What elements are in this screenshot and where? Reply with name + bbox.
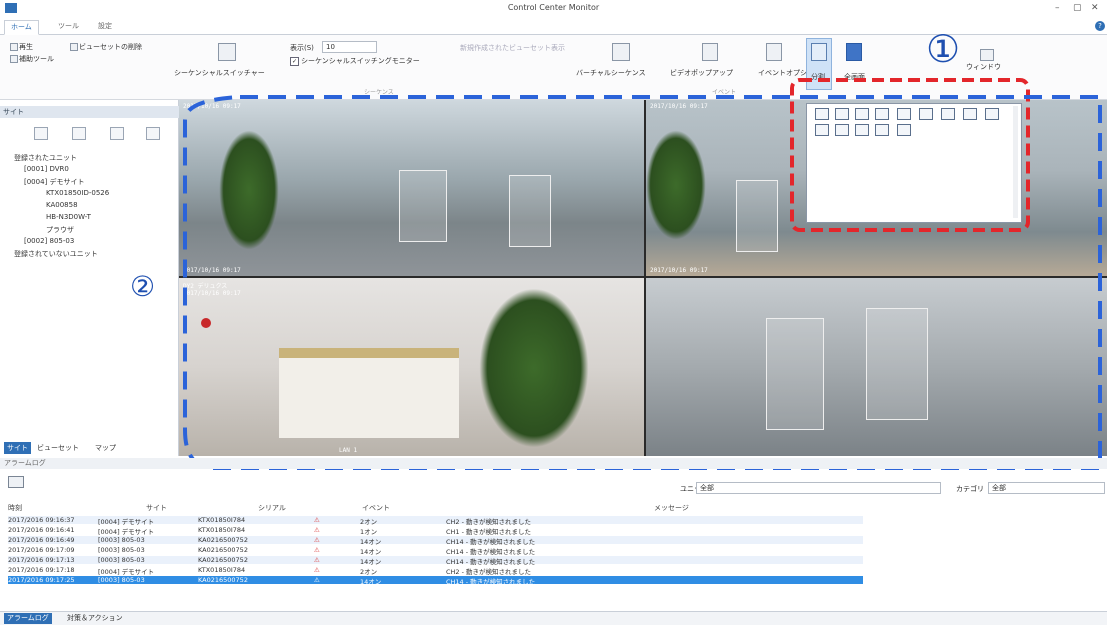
category-filter-value: 全部: [992, 484, 1006, 492]
alarm-row[interactable]: 2017/2016 09:16:37 [0004] デモサイト KTX01850I7…: [8, 516, 863, 526]
alert-icon: ⚠: [314, 576, 320, 584]
alarm-row[interactable]: 2017/2016 09:17:18 [0004] デモサイト KTX01850I7…: [8, 566, 863, 576]
alarm-toolbar: ユニット 全部 カテゴリ 全部: [0, 470, 1107, 500]
cell-site: [0003] 805-03: [98, 556, 145, 564]
category-filter-label: カテゴリ: [956, 485, 984, 493]
column-time[interactable]: 時刻: [8, 503, 22, 513]
cell-event: 2オン: [360, 518, 378, 526]
alert-icon: ⚠: [314, 556, 320, 564]
cell-serial: KTX01850I784: [198, 566, 246, 574]
cell-site: [0004] デモサイト: [98, 528, 155, 536]
cell-serial: KA0216500752: [198, 536, 248, 544]
cell-time: 2017/2016 09:16:37: [8, 516, 75, 524]
alarm-row[interactable]: 2017/2016 09:16:41 [0004] デモサイト KTX01850I7…: [8, 526, 863, 536]
alert-icon: ⚠: [314, 566, 320, 574]
cell-site: [0003] 805-03: [98, 546, 145, 554]
cell-event: 14オン: [360, 558, 382, 566]
tab-actions[interactable]: 対策＆アクション: [64, 613, 126, 624]
annotation-red-box: [790, 78, 1030, 232]
cell-time: 2017/2016 09:17:18: [8, 566, 75, 574]
alarm-bottom-tabs: アラームログ 対策＆アクション: [0, 611, 1107, 625]
alarm-row[interactable]: 2017/2016 09:17:25 [0003] 805-03 KA0216500…: [8, 576, 863, 586]
cell-time: 2017/2016 09:17:09: [8, 546, 75, 554]
cell-msg: CH14 - 動きが検知されました: [446, 558, 536, 566]
cell-site: [0003] 805-03: [98, 576, 145, 584]
cell-serial: KA0216500752: [198, 556, 248, 564]
cell-serial: KTX01850I784: [198, 526, 246, 534]
alert-icon: ⚠: [314, 526, 320, 534]
alarm-row[interactable]: 2017/2016 09:16:49 [0003] 805-03 KA0216500…: [8, 536, 863, 546]
unit-filter-select[interactable]: 全部: [696, 482, 941, 494]
cell-msg: CH1 - 動きが検知されました: [446, 528, 532, 536]
cell-msg: CH14 - 動きが検知されました: [446, 548, 536, 556]
cell-event: 14オン: [360, 578, 382, 586]
cell-time: 2017/2016 09:17:13: [8, 556, 75, 564]
cell-event: 1オン: [360, 528, 378, 536]
annotation-blue-outline: [183, 95, 1102, 470]
category-filter-select[interactable]: 全部: [988, 482, 1105, 494]
cell-time: 2017/2016 09:17:25: [8, 576, 75, 584]
cell-msg: CH14 - 動きが検知されました: [446, 538, 536, 546]
cell-site: [0004] デモサイト: [98, 568, 155, 576]
alarm-row[interactable]: 2017/2016 09:17:13 [0003] 805-03 KA0216500…: [8, 556, 863, 566]
alarm-log-header: アラームログ: [0, 458, 1107, 469]
cell-site: [0004] デモサイト: [98, 518, 155, 526]
cell-event: 2オン: [360, 568, 378, 576]
cell-site: [0003] 805-03: [98, 536, 145, 544]
cell-serial: KA0216500752: [198, 576, 248, 584]
cell-msg: CH2 - 動きが検知されました: [446, 568, 532, 576]
column-site[interactable]: サイト: [146, 503, 167, 513]
alarm-row[interactable]: 2017/2016 09:17:09 [0003] 805-03 KA0216500…: [8, 546, 863, 556]
cell-time: 2017/2016 09:16:49: [8, 536, 75, 544]
alarm-table: 時刻 サイト シリアル イベント メッセージ 2017/2016 09:16:3…: [0, 500, 1107, 610]
tab-alarm-log[interactable]: アラームログ: [4, 613, 52, 624]
cell-time: 2017/2016 09:16:41: [8, 526, 75, 534]
column-message[interactable]: メッセージ: [654, 503, 689, 513]
alarm-menu-icon[interactable]: [8, 476, 24, 488]
unit-filter-value: 全部: [700, 484, 714, 492]
cell-event: 14オン: [360, 538, 382, 546]
column-serial[interactable]: シリアル: [258, 503, 286, 513]
cell-msg: CH2 - 動きが検知されました: [446, 518, 532, 526]
column-event[interactable]: イベント: [362, 503, 390, 513]
alert-icon: ⚠: [314, 516, 320, 524]
cell-msg: CH14 - 動きが検知されました: [446, 578, 536, 586]
cell-serial: KA0216500752: [198, 546, 248, 554]
alert-icon: ⚠: [314, 546, 320, 554]
alert-icon: ⚠: [314, 536, 320, 544]
cell-event: 14オン: [360, 548, 382, 556]
cell-serial: KTX01850I784: [198, 516, 246, 524]
